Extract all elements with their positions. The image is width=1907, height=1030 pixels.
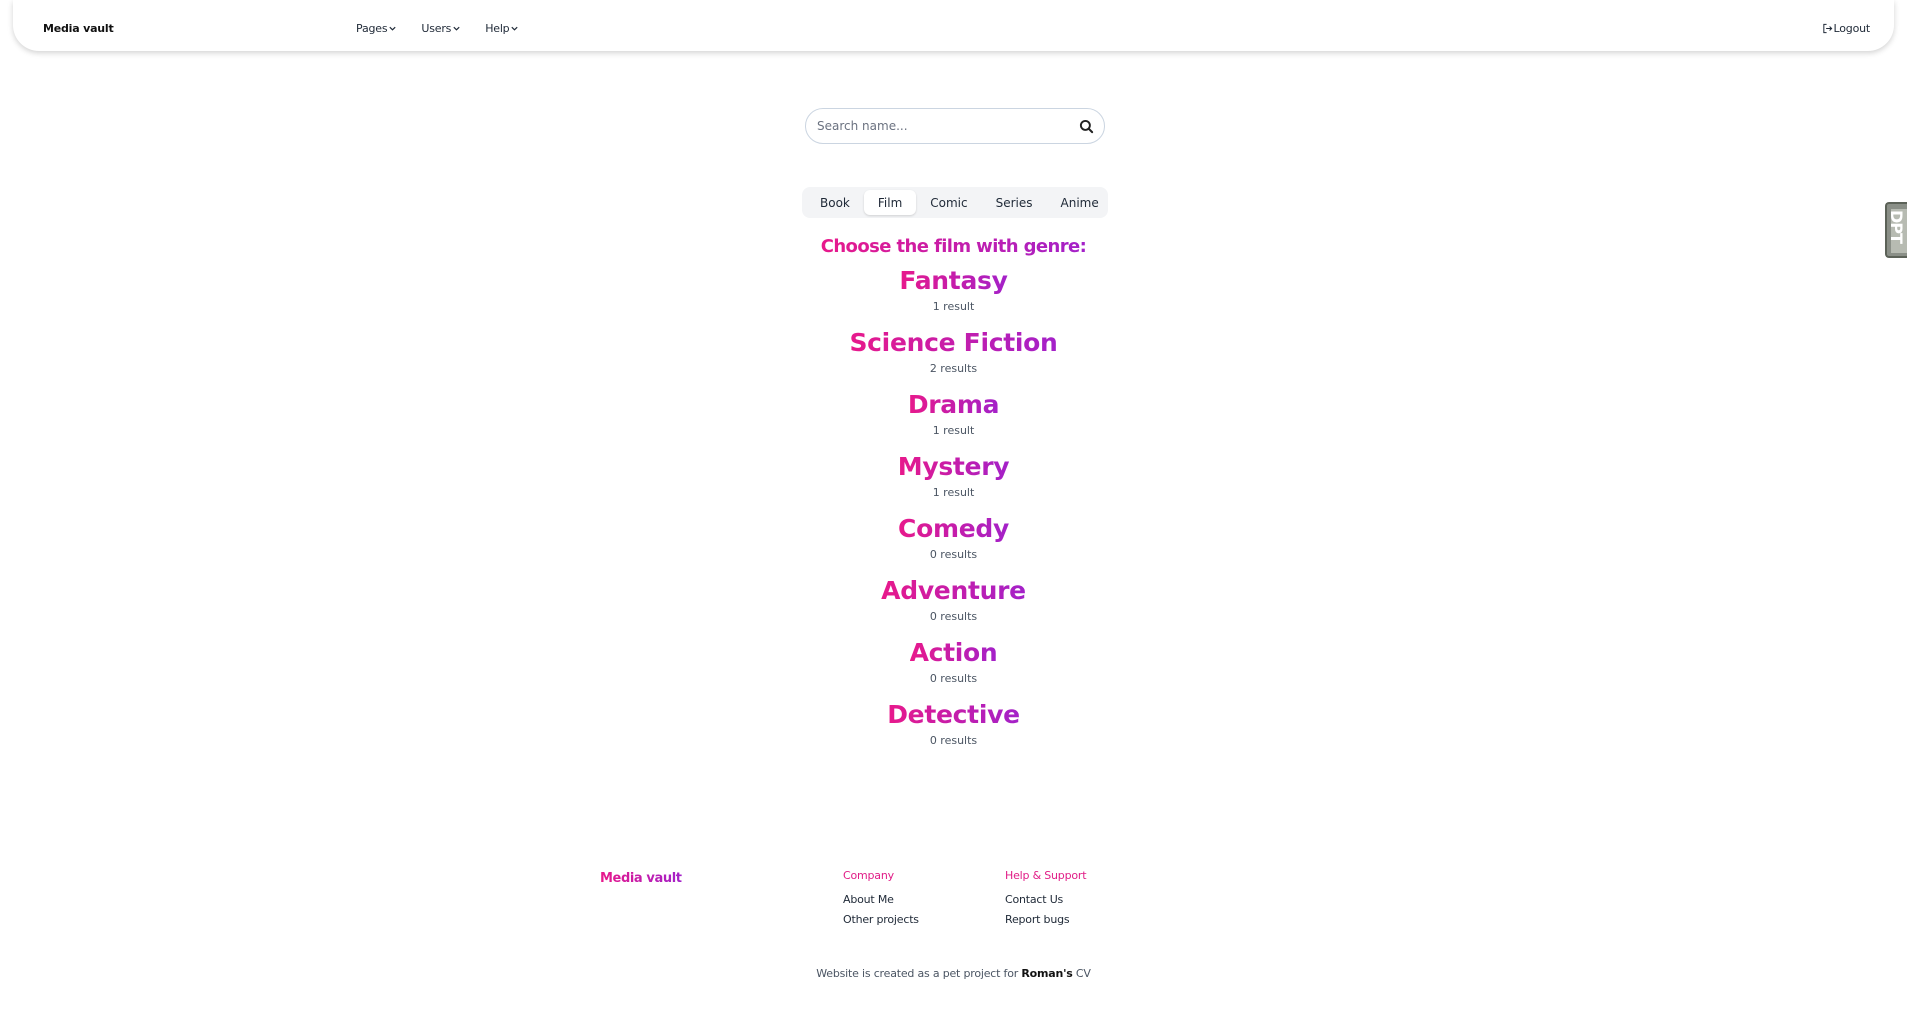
genre-link[interactable]: Mystery	[898, 450, 1010, 484]
footer-help-title: Help & Support	[1005, 869, 1087, 882]
credit-prefix: Website is created as a pet project for	[816, 967, 1019, 980]
nav-item-users[interactable]: Users	[421, 22, 461, 35]
nav-menu: Pages Users Help	[356, 22, 543, 35]
genre-item-fantasy: Fantasy 1 result	[0, 264, 1907, 326]
footer-credit: Website is created as a pet project for …	[0, 967, 1907, 980]
genre-link[interactable]: Fantasy	[899, 264, 1007, 298]
genre-result-count: 0 results	[929, 548, 978, 561]
footer-link-contact-us[interactable]: Contact Us	[1005, 890, 1086, 910]
genre-item-mystery: Mystery 1 result	[0, 450, 1907, 512]
tab-film[interactable]: Film	[863, 190, 917, 215]
footer-link-about-me[interactable]: About Me	[843, 890, 919, 910]
tab-anime[interactable]: Anime	[1047, 190, 1113, 215]
tab-book[interactable]: Book	[806, 190, 864, 215]
chevron-down-icon	[511, 26, 519, 31]
side-widget-label: DPT	[1887, 210, 1906, 243]
search-icon[interactable]	[1079, 119, 1094, 134]
genre-result-count: 2 results	[929, 362, 978, 375]
nav-item-help[interactable]: Help	[485, 22, 519, 35]
nav-item-label: Users	[421, 22, 452, 35]
nav-item-pages[interactable]: Pages	[356, 22, 397, 35]
footer-link-report-bugs[interactable]: Report bugs	[1005, 910, 1086, 930]
genre-list: Fantasy 1 result Science Fiction 2 resul…	[0, 264, 1907, 760]
genre-result-count: 0 results	[929, 672, 978, 685]
footer-brand[interactable]: Media vault	[600, 871, 682, 886]
footer-brand-text: Media vault	[600, 871, 682, 886]
genre-link[interactable]: Action	[910, 636, 998, 670]
genre-link[interactable]: Drama	[908, 388, 1000, 422]
credit-suffix: CV	[1075, 967, 1091, 980]
genre-result-count: 0 results	[929, 610, 978, 623]
chevron-down-icon	[389, 26, 396, 31]
search-input[interactable]	[817, 109, 1067, 143]
footer-link-other-projects[interactable]: Other projects	[843, 910, 919, 930]
side-edge-widget[interactable]: DPT	[1885, 202, 1907, 258]
genre-item-science-fiction: Science Fiction 2 results	[0, 326, 1907, 388]
brand-logo[interactable]: Media vault	[43, 22, 114, 35]
genre-link[interactable]: Detective	[887, 698, 1020, 732]
genre-heading-text: Choose the film with genre:	[820, 236, 1087, 257]
genre-item-comedy: Comedy 0 results	[0, 512, 1907, 574]
footer-help-column: Help & Support Contact Us Report bugs	[1005, 869, 1087, 930]
genre-link[interactable]: Adventure	[881, 574, 1026, 608]
top-navbar: Media vault Pages Users Help Logout	[13, 0, 1894, 51]
genre-result-count: 1 result	[932, 486, 975, 499]
genre-result-count: 1 result	[932, 424, 975, 437]
genre-link[interactable]: Comedy	[898, 512, 1009, 546]
chevron-down-icon	[453, 26, 460, 31]
genre-item-drama: Drama 1 result	[0, 388, 1907, 450]
footer-company-column: Company About Me Other projects	[843, 869, 919, 930]
nav-item-label: Pages	[356, 22, 388, 35]
genre-result-count: 0 results	[929, 734, 978, 747]
logout-button[interactable]: Logout	[1822, 22, 1870, 35]
logout-icon	[1822, 23, 1832, 34]
credit-author-link[interactable]: Roman's	[1021, 967, 1072, 980]
logout-label: Logout	[1833, 22, 1871, 35]
genre-item-adventure: Adventure 0 results	[0, 574, 1907, 636]
tab-series[interactable]: Series	[982, 190, 1047, 215]
genre-result-count: 1 result	[932, 300, 975, 313]
media-type-tabs: Book Film Comic Series Anime	[802, 187, 1108, 218]
footer-company-title: Company	[843, 869, 894, 882]
genre-item-action: Action 0 results	[0, 636, 1907, 698]
search-box	[805, 108, 1105, 144]
nav-item-label: Help	[485, 22, 510, 35]
tab-comic[interactable]: Comic	[916, 190, 981, 215]
genre-link[interactable]: Science Fiction	[849, 326, 1057, 360]
genre-heading: Choose the film with genre:	[0, 236, 1907, 257]
genre-item-detective: Detective 0 results	[0, 698, 1907, 760]
